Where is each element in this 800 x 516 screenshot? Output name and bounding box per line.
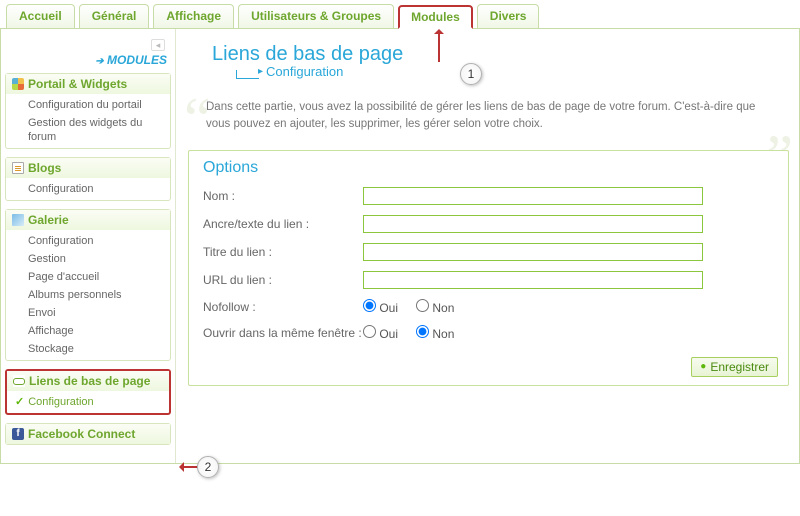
sidebar-item[interactable]: Page d'accueil (6, 268, 170, 286)
label-anchor: Ancre/texte du lien : (203, 217, 363, 231)
input-link-title[interactable] (363, 243, 703, 261)
tab-affichage[interactable]: Affichage (153, 4, 234, 28)
sidebar-group-liens: Liens de bas de page Configuration (5, 369, 171, 415)
options-heading: Options (203, 159, 778, 177)
input-name[interactable] (363, 187, 703, 205)
page-title: Liens de bas de page (188, 43, 789, 66)
sidebar-group-blogs: Blogs Configuration (5, 157, 171, 201)
sidebar-group-header[interactable]: Portail & Widgets (6, 74, 170, 94)
sidebar-group-header[interactable]: fFacebook Connect (6, 424, 170, 444)
sidebar-item[interactable]: Envoi (6, 304, 170, 322)
label-nofollow: Nofollow : (203, 300, 363, 314)
save-button[interactable]: Enregistrer (691, 357, 778, 377)
sidebar-item[interactable]: Configuration du portail (6, 96, 170, 114)
blog-icon (12, 162, 24, 174)
tab-users-groups[interactable]: Utilisateurs & Groupes (238, 4, 394, 28)
sidebar-group-header[interactable]: Liens de bas de page (7, 371, 169, 391)
tab-general[interactable]: Général (79, 4, 150, 28)
link-icon (13, 375, 25, 387)
sidebar-item[interactable]: Albums personnels (6, 286, 170, 304)
sidebar-item[interactable]: Configuration (6, 180, 170, 198)
label-name: Nom : (203, 189, 363, 203)
sidebar-item[interactable]: Stockage (6, 340, 170, 358)
annotation-badge-2: 2 (197, 456, 219, 478)
sidebar-item[interactable]: Configuration (6, 232, 170, 250)
label-samewindow: Ouvrir dans la même fenêtre : (203, 326, 363, 340)
sidebar-item-configuration[interactable]: Configuration (7, 393, 169, 411)
sidebar-item[interactable]: Gestion des widgets du forum (6, 114, 170, 146)
annotation-badge-1: 1 (460, 63, 482, 85)
sidebar: ◂ ➔ MODULES Portail & Widgets Configurat… (1, 29, 176, 463)
page-description: “ Dans cette partie, vous avez la possib… (188, 89, 789, 150)
main-content: Liens de bas de page Configuration “ Dan… (176, 29, 799, 463)
input-anchor[interactable] (363, 215, 703, 233)
top-tabs: Accueil Général Affichage Utilisateurs &… (0, 0, 800, 29)
label-link-title: Titre du lien : (203, 245, 363, 259)
sidebar-group-portail: Portail & Widgets Configuration du porta… (5, 73, 171, 149)
radio-samewin-no[interactable]: Non (416, 325, 454, 341)
tab-divers[interactable]: Divers (477, 4, 540, 28)
page-subtitle: Configuration (188, 64, 789, 79)
facebook-icon: f (12, 428, 24, 440)
gallery-icon (12, 214, 24, 226)
tab-accueil[interactable]: Accueil (6, 4, 75, 28)
radio-samewin-yes[interactable]: Oui (363, 325, 398, 341)
sidebar-group-header[interactable]: Blogs (6, 158, 170, 178)
pager-prev-icon[interactable]: ◂ (151, 39, 165, 51)
label-url: URL du lien : (203, 273, 363, 287)
input-url[interactable] (363, 271, 703, 289)
radio-nofollow-no[interactable]: Non (416, 299, 454, 315)
sidebar-item[interactable]: Gestion (6, 250, 170, 268)
sidebar-pager: ◂ (5, 35, 171, 51)
breadcrumb: Liens de bas de page Configuration (188, 43, 789, 81)
portail-icon (12, 78, 24, 90)
sidebar-group-header[interactable]: Galerie (6, 210, 170, 230)
radio-nofollow-yes[interactable]: Oui (363, 299, 398, 315)
sidebar-group-facebook: fFacebook Connect (5, 423, 171, 445)
sidebar-group-galerie: Galerie Configuration Gestion Page d'acc… (5, 209, 171, 361)
sidebar-section-label: ➔ MODULES (5, 51, 171, 73)
sidebar-item[interactable]: Affichage (6, 322, 170, 340)
options-panel: Options Nom : Ancre/texte du lien : Titr… (188, 150, 789, 386)
